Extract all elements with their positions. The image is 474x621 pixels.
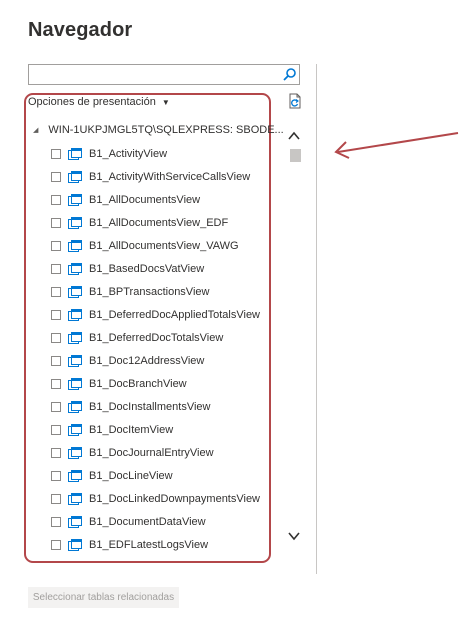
tree-item-label: B1_EDFLatestLogsView — [89, 538, 209, 551]
tree-item[interactable]: B1_AllDocumentsView_VAWG — [51, 234, 283, 257]
select-related-tables-button[interactable]: Seleccionar tablas relacionadas — [28, 587, 179, 608]
item-checkbox[interactable] — [51, 516, 61, 527]
view-icon — [68, 308, 82, 321]
tree-root-label: WIN-1UKPJMGL5TQ\SQLEXPRESS: SBODE... — [48, 124, 284, 136]
view-icon — [68, 331, 82, 344]
view-icon — [68, 446, 82, 459]
item-checkbox[interactable] — [51, 263, 61, 274]
item-checkbox[interactable] — [51, 539, 61, 550]
item-checkbox[interactable] — [51, 217, 61, 228]
tree-item[interactable]: B1_DeferredDocTotalsView — [51, 326, 283, 349]
tree-root-node[interactable]: ◢ WIN-1UKPJMGL5TQ\SQLEXPRESS: SBODE... — [33, 122, 284, 138]
tree-item[interactable]: B1_DocumentDataView — [51, 510, 283, 533]
view-icon — [68, 423, 82, 436]
chevron-down-icon: ▼ — [161, 97, 170, 107]
tree-item[interactable]: B1_BPTransactionsView — [51, 280, 283, 303]
tree-item-label: B1_DocLinkedDownpaymentsView — [89, 492, 261, 505]
tree-item[interactable]: B1_EDFLatestLogsView — [51, 533, 283, 556]
tree-item-label: B1_ActivityWithServiceCallsView — [89, 170, 251, 183]
tree-item-label: B1_DocumentDataView — [89, 515, 206, 528]
tree-item-label: B1_AllDocumentsView — [89, 193, 201, 206]
search-box[interactable] — [28, 64, 300, 85]
tree-item-label: B1_Doc12AddressView — [89, 354, 205, 367]
item-checkbox[interactable] — [51, 171, 61, 182]
tree-item-label: B1_DocJournalEntryView — [89, 446, 214, 459]
view-icon — [68, 492, 82, 505]
item-checkbox[interactable] — [51, 148, 61, 159]
chevron-down-icon[interactable] — [288, 531, 300, 541]
tree-item-label: B1_BPTransactionsView — [89, 285, 210, 298]
collapse-triangle-icon[interactable]: ◢ — [33, 126, 38, 134]
tree-item[interactable]: B1_DocInstallmentsView — [51, 395, 283, 418]
tree-item[interactable]: B1_BasedDocsVatView — [51, 257, 283, 280]
display-options-label: Opciones de presentación — [28, 96, 156, 108]
tree-item[interactable]: B1_AllDocumentsView — [51, 188, 283, 211]
view-icon — [68, 147, 82, 160]
refresh-icon[interactable] — [287, 93, 303, 109]
tree-item-label: B1_ActivityView — [89, 147, 168, 160]
item-checkbox[interactable] — [51, 401, 61, 412]
item-checkbox[interactable] — [51, 355, 61, 366]
tree-item-label: B1_DeferredDocAppliedTotalsView — [89, 308, 261, 321]
view-icon — [68, 400, 82, 413]
tree-item-label: B1_DeferredDocTotalsView — [89, 331, 224, 344]
item-checkbox[interactable] — [51, 378, 61, 389]
tree-item[interactable]: B1_DocItemView — [51, 418, 283, 441]
item-checkbox[interactable] — [51, 470, 61, 481]
view-icon — [68, 216, 82, 229]
tree-item-label: B1_AllDocumentsView_EDF — [89, 216, 229, 229]
item-checkbox[interactable] — [51, 332, 61, 343]
tree-item-label: B1_AllDocumentsView_VAWG — [89, 239, 239, 252]
view-icon — [68, 469, 82, 482]
tree-item[interactable]: B1_AllDocumentsView_EDF — [51, 211, 283, 234]
item-checkbox[interactable] — [51, 194, 61, 205]
item-checkbox[interactable] — [51, 286, 61, 297]
display-options-dropdown[interactable]: Opciones de presentación ▼ — [28, 96, 170, 108]
tree-item[interactable]: B1_Doc12AddressView — [51, 349, 283, 372]
tree-item[interactable]: B1_DeferredDocAppliedTotalsView — [51, 303, 283, 326]
chevron-up-icon[interactable] — [288, 131, 300, 141]
tree-item[interactable]: B1_DocJournalEntryView — [51, 441, 283, 464]
item-checkbox[interactable] — [51, 309, 61, 320]
view-icon — [68, 515, 82, 528]
arrow-annotation-icon — [334, 132, 459, 159]
item-checkbox[interactable] — [51, 240, 61, 251]
tree-item-list: B1_ActivityView B1_ActivityWithServiceCal… — [51, 142, 283, 556]
tree-scrollbar[interactable] — [286, 127, 303, 551]
tree-item-label: B1_DocInstallmentsView — [89, 400, 211, 413]
view-icon — [68, 239, 82, 252]
scrollbar-thumb[interactable] — [290, 149, 301, 162]
tree-item[interactable]: B1_DocLineView — [51, 464, 283, 487]
tree-item[interactable]: B1_DocBranchView — [51, 372, 283, 395]
tree-item[interactable]: B1_ActivityView — [51, 142, 283, 165]
item-checkbox[interactable] — [51, 424, 61, 435]
tree-item-label: B1_BasedDocsVatView — [89, 262, 205, 275]
view-icon — [68, 193, 82, 206]
tree-item[interactable]: B1_DocLinkedDownpaymentsView — [51, 487, 283, 510]
search-icon[interactable] — [282, 67, 297, 82]
item-checkbox[interactable] — [51, 447, 61, 458]
tree-item-label: B1_DocBranchView — [89, 377, 187, 390]
view-icon — [68, 170, 82, 183]
tree-item[interactable]: B1_ActivityWithServiceCallsView — [51, 165, 283, 188]
view-icon — [68, 354, 82, 367]
view-icon — [68, 285, 82, 298]
view-icon — [68, 538, 82, 551]
item-checkbox[interactable] — [51, 493, 61, 504]
pane-divider — [316, 64, 317, 574]
search-input[interactable] — [31, 66, 285, 83]
page-title: Navegador — [28, 19, 133, 41]
tree-item-label: B1_DocItemView — [89, 423, 174, 436]
tree-item-label: B1_DocLineView — [89, 469, 173, 482]
view-icon — [68, 262, 82, 275]
view-icon — [68, 377, 82, 390]
